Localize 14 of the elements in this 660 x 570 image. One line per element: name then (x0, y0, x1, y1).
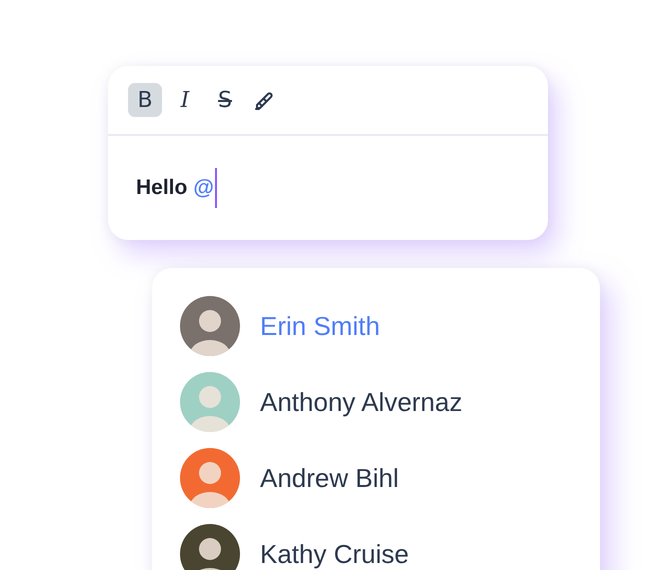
mention-symbol: @ (193, 176, 214, 200)
bold-button[interactable]: B (128, 83, 162, 117)
strike-button[interactable]: S (208, 83, 242, 117)
avatar-icon (180, 372, 240, 432)
italic-button[interactable]: I (168, 83, 202, 117)
avatar-icon (180, 448, 240, 508)
suggestion-item[interactable]: Erin Smith (180, 296, 600, 356)
text-caret (214, 168, 217, 208)
message-text: Hello (136, 176, 188, 200)
suggestion-item[interactable]: Andrew Bihl (180, 448, 600, 508)
suggestion-item[interactable]: Anthony Alvernaz (180, 372, 600, 432)
suggestion-item[interactable]: Kathy Cruise (180, 524, 600, 570)
avatar-icon (180, 524, 240, 570)
avatar-icon (180, 296, 240, 356)
